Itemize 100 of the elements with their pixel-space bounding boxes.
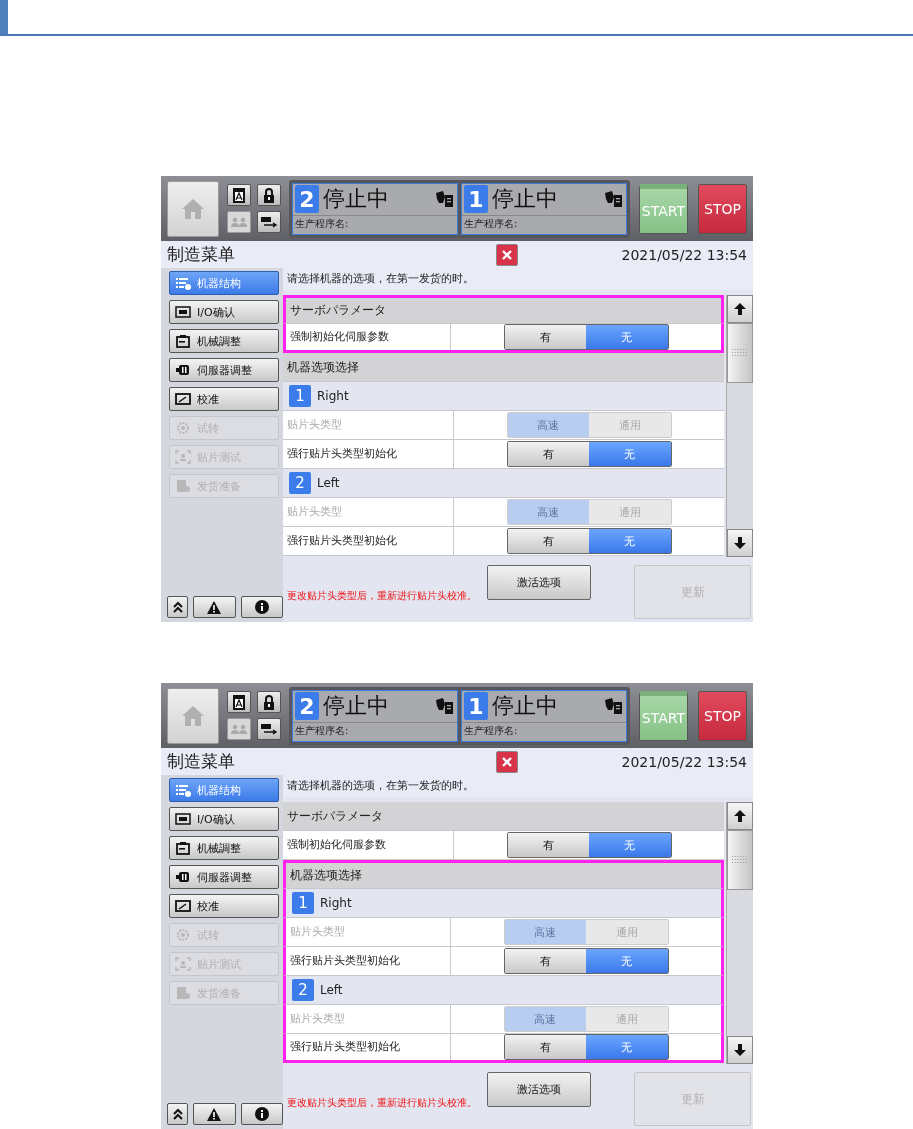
home-button[interactable] xyxy=(167,180,219,237)
scroll-up-button[interactable] xyxy=(727,802,753,830)
info-button[interactable] xyxy=(240,1103,283,1125)
case-icon xyxy=(175,334,191,348)
program-name-label: 生产程序名: xyxy=(293,723,350,738)
sidebar-item[interactable]: 伺服器调整 xyxy=(169,865,279,889)
font-button[interactable] xyxy=(226,184,251,206)
warning-button[interactable] xyxy=(193,1103,236,1125)
sidebar-item[interactable]: 机器结构 xyxy=(169,271,279,295)
status-text: 停止中 xyxy=(322,692,390,720)
status-text: 停止中 xyxy=(322,185,390,213)
option-toggle[interactable]: 有 无 xyxy=(506,528,672,554)
hand-clipboard-icon xyxy=(434,696,455,716)
unit-number-badge: 1 xyxy=(292,892,314,914)
motor-icon xyxy=(175,363,191,377)
collapse-button[interactable] xyxy=(167,596,189,618)
info-icon xyxy=(254,1107,269,1121)
stop-button[interactable]: STOP xyxy=(697,183,747,234)
grip-icon xyxy=(732,856,748,864)
program-name-label: 生产程序名: xyxy=(293,216,350,231)
option-toggle[interactable]: 有 无 xyxy=(503,948,669,974)
box-icon xyxy=(175,479,191,493)
activate-options-button[interactable]: 激活选项 xyxy=(487,1072,591,1107)
warning-button[interactable] xyxy=(193,596,236,618)
option-button[interactable]: 有 xyxy=(504,325,586,349)
double-chevron-icon xyxy=(172,1108,183,1120)
warning-text: 更改贴片头类型后，重新进行贴片头校准。 xyxy=(287,589,477,603)
sidebar-item[interactable]: 伺服器调整 xyxy=(169,358,279,382)
option-button[interactable]: 有 xyxy=(507,529,589,553)
option-button[interactable]: 有 xyxy=(504,949,586,973)
hand-clipboard-icon xyxy=(603,696,624,716)
motor-icon xyxy=(175,870,191,884)
section-header: 机器选项选择 xyxy=(290,867,362,884)
case-icon xyxy=(175,841,191,855)
option-label: 强行贴片头类型初始化 xyxy=(286,447,398,461)
close-icon xyxy=(502,250,512,260)
unit-number-badge: 1 xyxy=(289,385,311,407)
stop-button[interactable]: STOP xyxy=(697,690,747,741)
option-button[interactable]: 有 xyxy=(504,1035,586,1059)
instruction-text: 请选择机器的选项，在第一发货的时。 xyxy=(287,272,474,286)
letter-box-icon xyxy=(232,694,245,710)
option-label: 贴片头类型 xyxy=(286,418,343,432)
option-button[interactable]: 无 xyxy=(589,529,671,553)
option-button[interactable]: 无 xyxy=(586,949,668,973)
scroll-thumb[interactable] xyxy=(727,830,753,890)
hand-clipboard-icon xyxy=(434,189,455,209)
lock-button[interactable] xyxy=(256,691,281,713)
scroll-down-button[interactable] xyxy=(727,1036,753,1064)
transfer-button[interactable] xyxy=(256,211,281,233)
lock-icon xyxy=(262,694,275,710)
lock-button[interactable] xyxy=(256,184,281,206)
sidebar-item[interactable]: I/O确认 xyxy=(169,807,279,831)
option-label: 贴片头类型 xyxy=(289,925,346,939)
transfer-button[interactable] xyxy=(256,718,281,740)
start-button[interactable]: START xyxy=(638,183,688,234)
home-icon xyxy=(180,197,205,220)
close-icon xyxy=(502,757,512,767)
option-button[interactable]: 无 xyxy=(589,833,671,857)
option-toggle[interactable]: 有 无 xyxy=(503,1034,669,1060)
users-button[interactable] xyxy=(226,211,251,233)
activate-options-button[interactable]: 激活选项 xyxy=(487,565,591,600)
double-chevron-icon xyxy=(172,601,183,613)
option-button[interactable]: 有 xyxy=(507,833,589,857)
font-button[interactable] xyxy=(226,691,251,713)
scroll-down-button[interactable] xyxy=(727,529,753,557)
home-button[interactable] xyxy=(167,687,219,744)
up-arrow-icon xyxy=(734,303,746,315)
collapse-button[interactable] xyxy=(167,1103,189,1125)
sidebar-item[interactable]: I/O确认 xyxy=(169,300,279,324)
frame-icon xyxy=(175,450,191,464)
sidebar-item[interactable]: 机械調整 xyxy=(169,329,279,353)
start-button[interactable]: START xyxy=(638,690,688,741)
instruction-text: 请选择机器的选项，在第一发货的时。 xyxy=(287,779,474,793)
scroll-thumb[interactable] xyxy=(727,323,753,383)
users-button[interactable] xyxy=(226,718,251,740)
option-button[interactable]: 无 xyxy=(589,442,671,466)
sidebar-item[interactable]: 机械調整 xyxy=(169,836,279,860)
home-icon xyxy=(180,704,205,727)
option-button[interactable]: 无 xyxy=(586,1035,668,1059)
sidebar-item[interactable]: 机器结构 xyxy=(169,778,279,802)
io-icon xyxy=(175,812,191,826)
sidebar-item[interactable]: 校准 xyxy=(169,387,279,411)
close-button[interactable] xyxy=(496,751,518,773)
option-toggle[interactable]: 有 无 xyxy=(506,832,672,858)
users-icon xyxy=(229,217,248,227)
option-button[interactable]: 无 xyxy=(586,325,668,349)
status-text: 停止中 xyxy=(491,185,559,213)
close-button[interactable] xyxy=(496,244,518,266)
unit-number-badge: 2 xyxy=(289,472,311,494)
info-button[interactable] xyxy=(240,596,283,618)
option-toggle[interactable]: 有 无 xyxy=(503,324,669,350)
unit-label: Left xyxy=(317,476,340,490)
option-toggle[interactable]: 有 无 xyxy=(506,441,672,467)
unit-number-badge: 2 xyxy=(294,185,319,213)
screen-title: 制造菜单 xyxy=(167,750,235,773)
scroll-up-button[interactable] xyxy=(727,295,753,323)
up-arrow-icon xyxy=(734,810,746,822)
option-label: 贴片头类型 xyxy=(289,1012,346,1026)
option-button[interactable]: 有 xyxy=(507,442,589,466)
sidebar-item[interactable]: 校准 xyxy=(169,894,279,918)
